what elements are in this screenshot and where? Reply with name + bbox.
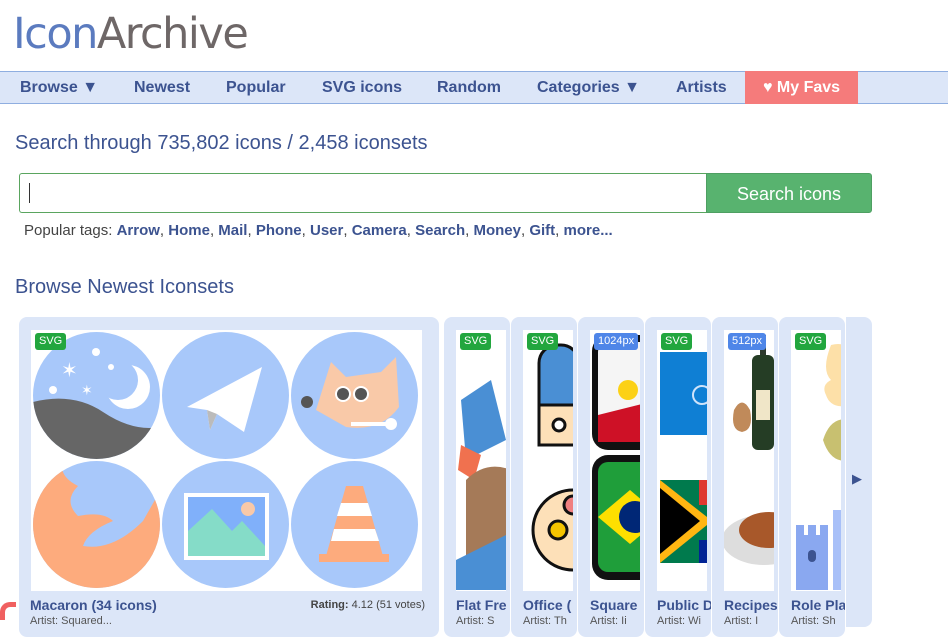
main-nav: Browse ▼ Newest Popular SVG icons Random… [0,71,948,104]
svg-text:✶: ✶ [81,382,93,398]
iconset-title[interactable]: Office ( [523,597,571,613]
nav-svg-icons[interactable]: SVG icons [322,72,402,103]
text-caret [29,183,30,203]
iconset-preview[interactable]: 512px [724,330,774,591]
iconset-artist[interactable]: Artist: Ii [590,615,627,627]
tag-link[interactable]: Arrow [117,222,160,239]
tag-link[interactable]: Search [415,222,465,239]
iconset-preview[interactable]: SVG [791,330,841,591]
popular-tags-label: Popular tags: [24,222,113,239]
image-icon [162,461,289,588]
logo-part-icon: Icon [13,9,98,59]
firefox-icon [33,461,160,588]
iconset-card[interactable]: SVG Public D Artist: Wi [645,317,711,637]
svg-badge: SVG [527,333,559,350]
iconset-artist[interactable]: Artist: I [724,615,758,627]
carousel-next-button[interactable]: ▶ [846,317,872,627]
paper-plane-icon [162,332,289,459]
nav-random[interactable]: Random [437,72,501,103]
svg-text:✶: ✶ [61,360,78,382]
popular-tags: Popular tags: Arrow, Home, Mail, Phone, … [24,222,613,239]
nav-categories[interactable]: Categories ▼ [537,72,640,103]
iconset-artist[interactable]: Artist: Th [523,615,567,627]
iconset-card[interactable]: SVG Office ( Artist: Th [511,317,577,637]
nav-browse[interactable]: Browse ▼ [20,72,98,103]
rating-label: Rating: [310,599,349,611]
tag-link[interactable]: Home [168,222,210,239]
gimp-icon [291,332,418,459]
tag-link[interactable]: Gift [529,222,555,239]
svg-badge: SVG [35,333,67,350]
traffic-cone-icon [291,461,418,588]
nav-popular[interactable]: Popular [226,72,286,103]
iconset-title[interactable]: Recipes [724,597,778,613]
search-input[interactable] [19,173,707,213]
nav-my-favs[interactable]: ♥ My Favs [745,71,858,104]
tag-link[interactable]: Money [473,222,521,239]
iconset-preview[interactable]: ✶ ✶ SVG [31,330,422,591]
iconset-title[interactable]: Public D [657,597,711,613]
tag-link[interactable]: Camera [352,222,407,239]
nav-newest[interactable]: Newest [134,72,190,103]
iconset-card[interactable]: SVG Role Pla Artist: Sh [779,317,845,637]
iconset-preview[interactable]: 1024px [590,330,640,591]
iconset-title[interactable]: Macaron (34 icons) [30,597,157,613]
iconset-artist[interactable]: Artist: Sh [791,615,836,627]
iconset-artist[interactable]: Artist: Wi [657,615,701,627]
size-badge: 1024px [594,333,639,350]
browse-newest-title: Browse Newest Iconsets [15,276,234,298]
iconset-artist[interactable]: Artist: S [456,615,495,627]
nav-artists[interactable]: Artists [676,72,727,103]
site-logo[interactable]: IconArchive [13,8,249,60]
iconset-card[interactable]: 1024px Square Artist: Ii [578,317,644,637]
next-arrow-icon: ▶ [852,471,862,486]
iconset-title[interactable]: Square [590,597,637,613]
logo-part-archive: Archive [96,9,249,59]
partial-logo-fragment [0,602,16,620]
iconset-artist[interactable]: Artist: Squared... [30,615,112,627]
iconset-preview[interactable]: SVG [523,330,573,591]
iconset-preview[interactable]: SVG [657,330,707,591]
tag-link[interactable]: Phone [256,222,302,239]
tag-link[interactable]: User [310,222,343,239]
iconset-card-featured[interactable]: ✶ ✶ SVG Macaron (34 icons) Artist: Squar… [19,317,439,637]
search-headline: Search through 735,802 icons / 2,458 ico… [15,132,428,154]
tag-link[interactable]: Mail [218,222,247,239]
svg-badge: SVG [460,333,492,350]
more-tags-link[interactable]: more... [564,222,613,239]
iconset-title[interactable]: Role Pla [791,597,845,613]
svg-badge: SVG [795,333,827,350]
iconset-card[interactable]: 512px Recipes Artist: I [712,317,778,637]
search-button[interactable]: Search icons [706,173,872,213]
svg-badge: SVG [661,333,693,350]
iconset-rating: Rating: 4.12 (51 votes) [311,599,425,611]
iconset-preview[interactable]: SVG [456,330,506,591]
iconset-card[interactable]: SVG Flat Fre Artist: S [444,317,510,637]
iconset-title[interactable]: Flat Fre [456,597,507,613]
night-landscape-icon: ✶ ✶ [33,332,160,459]
size-badge: 512px [728,333,766,350]
rating-value: 4.12 (51 votes) [351,599,425,611]
